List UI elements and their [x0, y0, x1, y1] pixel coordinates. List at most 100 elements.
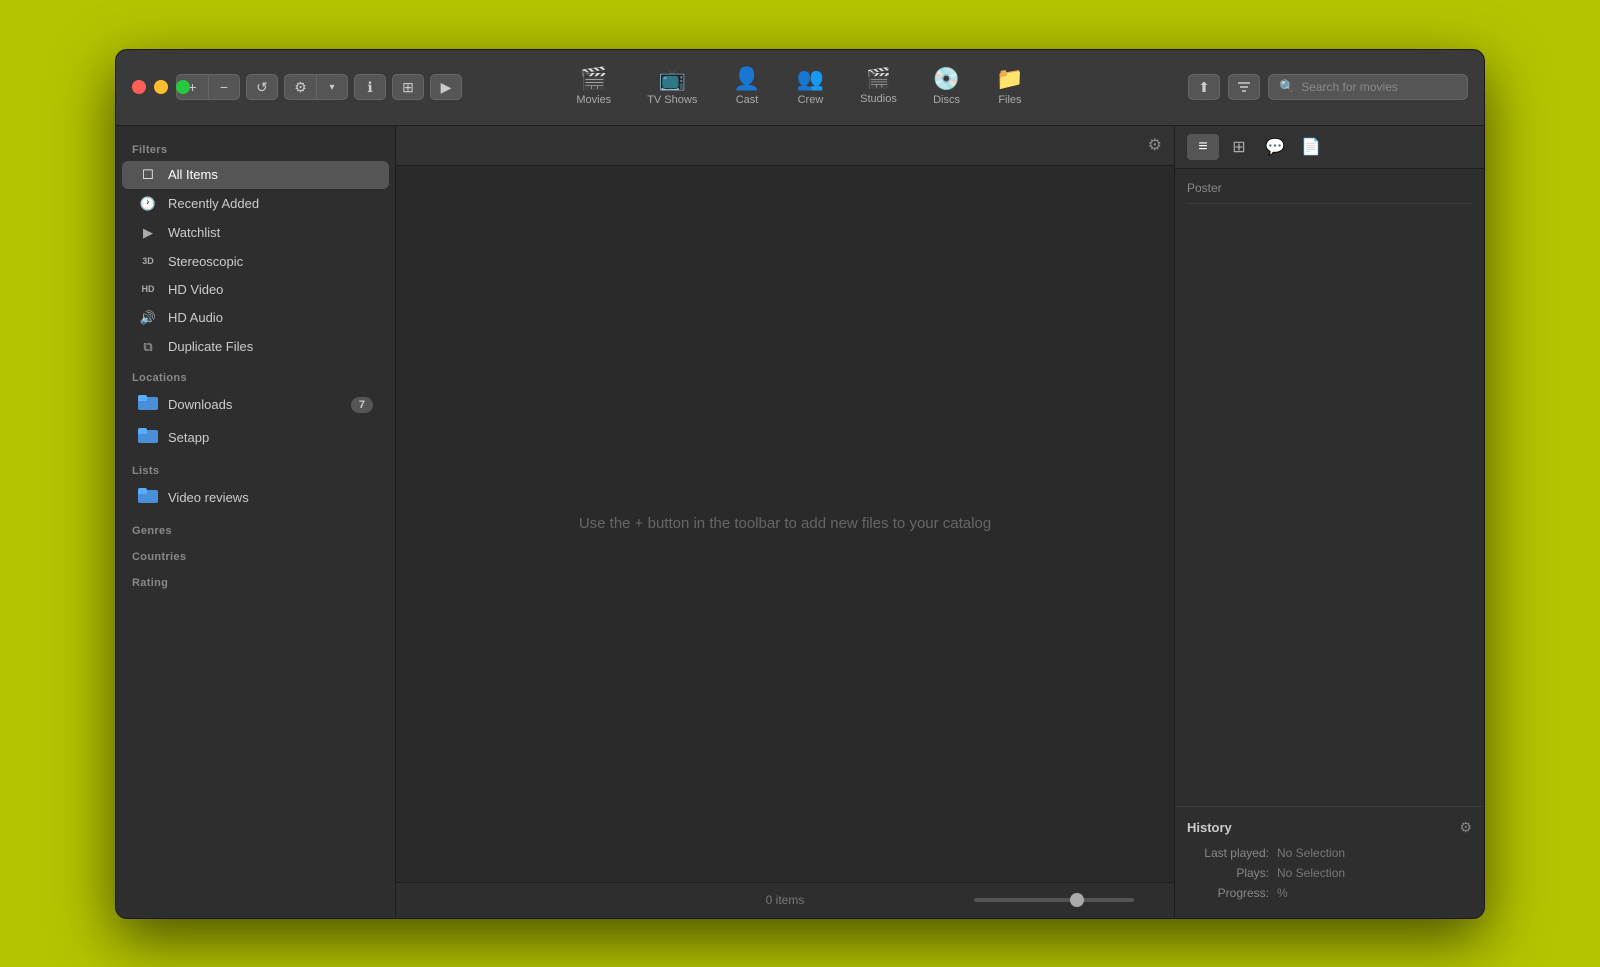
- sidebar-item-all-items-label: All Items: [168, 167, 218, 182]
- locations-section-header: Locations: [116, 362, 395, 388]
- tab-files-label: Files: [998, 94, 1021, 106]
- traffic-lights: [116, 80, 190, 94]
- center-content: ⚙ Use the + button in the toolbar to add…: [396, 126, 1174, 918]
- sidebar-item-all-items[interactable]: ☐ All Items: [122, 161, 389, 189]
- settings-button[interactable]: ⚙: [284, 74, 316, 100]
- sidebar-item-watchlist-label: Watchlist: [168, 225, 220, 240]
- tab-crew[interactable]: 👥 Crew: [779, 50, 842, 125]
- history-row-last-played: Last played: No Selection: [1187, 846, 1472, 860]
- sidebar-item-duplicate-files-label: Duplicate Files: [168, 339, 253, 354]
- app-window: + − ↺ ⚙ ▾ ℹ ⊞ ▶ 🎬 Movies 📺 TV Shows 👤: [115, 49, 1485, 919]
- refresh-button[interactable]: ↺: [246, 74, 278, 100]
- tab-discs-label: Discs: [933, 94, 960, 106]
- studios-icon: 🎬: [866, 69, 891, 89]
- empty-message: Use the + button in the toolbar to add n…: [579, 515, 991, 532]
- center-toolbar: ⚙: [396, 126, 1174, 166]
- discs-icon: 💿: [933, 68, 960, 90]
- slider-track[interactable]: [974, 898, 1134, 902]
- right-panel-tab-grid[interactable]: ⊞: [1223, 134, 1255, 160]
- history-last-played-key: Last played:: [1187, 846, 1277, 860]
- toolbar-right: ⬆ 🔍: [1188, 74, 1484, 100]
- info-button[interactable]: ℹ: [354, 74, 386, 100]
- view-button[interactable]: ⊞: [392, 74, 424, 100]
- downloads-badge: 7: [351, 397, 373, 413]
- sidebar-item-setapp-label: Setapp: [168, 430, 209, 445]
- tab-movies-label: Movies: [576, 94, 611, 106]
- sidebar-item-recently-added[interactable]: 🕐 Recently Added: [122, 190, 389, 218]
- right-panel-tab-list[interactable]: ≡: [1187, 134, 1219, 160]
- recently-added-icon: 🕐: [138, 196, 158, 212]
- hd-video-icon: HD: [138, 284, 158, 294]
- search-icon: 🔍: [1279, 79, 1295, 95]
- close-button[interactable]: [132, 80, 146, 94]
- hd-audio-icon: 🔊: [138, 310, 158, 326]
- filters-section-header: Filters: [116, 134, 395, 160]
- stereoscopic-icon: 3D: [138, 256, 158, 266]
- center-area: Use the + button in the toolbar to add n…: [396, 166, 1174, 882]
- right-panel-tabs: ≡ ⊞ 💬 📄: [1175, 126, 1484, 169]
- sidebar-item-hd-video-label: HD Video: [168, 282, 223, 297]
- right-panel-tab-chat[interactable]: 💬: [1259, 134, 1291, 160]
- sidebar-item-downloads[interactable]: Downloads 7: [122, 389, 389, 421]
- genres-section-header[interactable]: Genres: [116, 515, 395, 541]
- settings-dropdown-button[interactable]: ▾: [316, 74, 348, 100]
- history-progress-key: Progress:: [1187, 886, 1277, 900]
- countries-section-header[interactable]: Countries: [116, 541, 395, 567]
- right-panel: ≡ ⊞ 💬 📄 Poster History ⚙ Last played: No…: [1174, 126, 1484, 918]
- sidebar-item-duplicate-files[interactable]: ⧉ Duplicate Files: [122, 333, 389, 361]
- sidebar-item-hd-video[interactable]: HD HD Video: [122, 276, 389, 303]
- lists-section-header: Lists: [116, 455, 395, 481]
- sidebar-item-downloads-label: Downloads: [168, 397, 232, 412]
- rating-section-header[interactable]: Rating: [116, 567, 395, 593]
- tab-crew-label: Crew: [798, 94, 824, 106]
- right-panel-tab-doc[interactable]: 📄: [1295, 134, 1327, 160]
- sidebar-item-video-reviews[interactable]: Video reviews: [122, 482, 389, 514]
- tab-files[interactable]: 📁 Files: [978, 50, 1041, 125]
- tab-discs[interactable]: 💿 Discs: [915, 50, 978, 125]
- sidebar-item-stereoscopic[interactable]: 3D Stereoscopic: [122, 248, 389, 275]
- tab-cast-label: Cast: [736, 94, 759, 106]
- history-row-progress: Progress: %: [1187, 886, 1472, 900]
- history-title: History: [1187, 820, 1232, 835]
- play-button[interactable]: ▶: [430, 74, 462, 100]
- tab-tv-shows[interactable]: 📺 TV Shows: [629, 50, 715, 125]
- video-reviews-folder-icon: [138, 488, 158, 508]
- maximize-button[interactable]: [176, 80, 190, 94]
- nav-tabs: 🎬 Movies 📺 TV Shows 👤 Cast 👥 Crew 🎬 Stud…: [558, 50, 1041, 125]
- minus-button[interactable]: −: [208, 74, 240, 100]
- tab-studios[interactable]: 🎬 Studios: [842, 50, 915, 125]
- tab-cast[interactable]: 👤 Cast: [715, 50, 778, 125]
- sidebar-item-hd-audio-label: HD Audio: [168, 310, 223, 325]
- history-plays-key: Plays:: [1187, 866, 1277, 880]
- history-plays-value: No Selection: [1277, 866, 1345, 880]
- history-header: History ⚙: [1187, 819, 1472, 836]
- filter-button[interactable]: [1228, 74, 1260, 100]
- history-last-played-value: No Selection: [1277, 846, 1345, 860]
- share-button[interactable]: ⬆: [1188, 74, 1220, 100]
- minimize-button[interactable]: [154, 80, 168, 94]
- sidebar-item-recently-added-label: Recently Added: [168, 196, 259, 211]
- slider-thumb[interactable]: [1070, 893, 1084, 907]
- tab-movies[interactable]: 🎬 Movies: [558, 50, 629, 125]
- history-gear-icon[interactable]: ⚙: [1459, 819, 1472, 836]
- zoom-slider[interactable]: [974, 898, 1134, 902]
- poster-label: Poster: [1187, 181, 1472, 204]
- center-gear-icon[interactable]: ⚙: [1148, 135, 1162, 155]
- sidebar-item-setapp[interactable]: Setapp: [122, 422, 389, 454]
- history-row-plays: Plays: No Selection: [1187, 866, 1472, 880]
- sidebar-item-video-reviews-label: Video reviews: [168, 490, 249, 505]
- item-count: 0 items: [766, 893, 805, 907]
- poster-section: Poster: [1175, 169, 1484, 806]
- sidebar-item-hd-audio[interactable]: 🔊 HD Audio: [122, 304, 389, 332]
- titlebar: + − ↺ ⚙ ▾ ℹ ⊞ ▶ 🎬 Movies 📺 TV Shows 👤: [116, 50, 1484, 126]
- history-progress-value: %: [1277, 886, 1288, 900]
- duplicate-files-icon: ⧉: [138, 339, 158, 355]
- tab-tvshows-label: TV Shows: [647, 94, 697, 106]
- tab-studios-label: Studios: [860, 93, 897, 105]
- sidebar-item-watchlist[interactable]: ▶ Watchlist: [122, 219, 389, 247]
- search-box[interactable]: 🔍: [1268, 74, 1468, 100]
- search-input[interactable]: [1301, 80, 1457, 94]
- tvshows-icon: 📺: [659, 68, 686, 90]
- movies-icon: 🎬: [580, 68, 607, 90]
- crew-icon: 👥: [797, 68, 824, 90]
